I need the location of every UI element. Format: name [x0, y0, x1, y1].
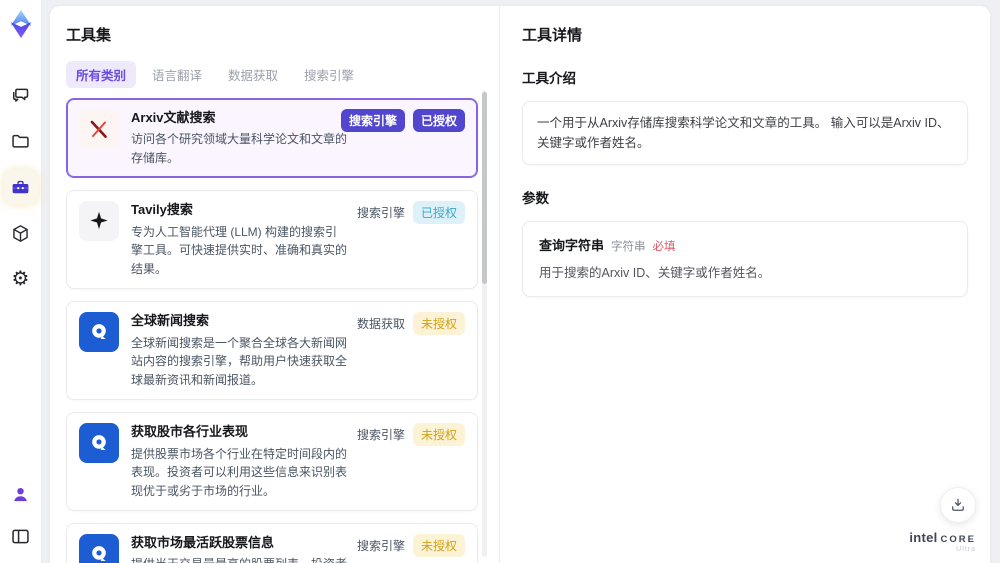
cube-icon: [13, 224, 28, 242]
tool-detail-panel: 工具详情 工具介绍 一个用于从Arxiv存储库搜索科学论文和文章的工具。 输入可…: [500, 6, 990, 563]
ultra-brand-text: Ultra: [956, 546, 976, 553]
tool-card-stock-sectors[interactable]: 获取股市各行业表现 提供股票市场各个行业在特定时间段内的表现。投资者可以利用这些…: [66, 412, 478, 512]
category-tabs: 所有类别 语言翻译 数据获取 搜索引擎: [66, 61, 499, 88]
tool-intro-text: 一个用于从Arxiv存储库搜索科学论文和文章的工具。 输入可以是Arxiv ID…: [522, 101, 968, 165]
list-scrollbar-thumb[interactable]: [482, 92, 487, 284]
gear-icon: ⚙: [11, 268, 30, 290]
download-icon: [952, 498, 964, 511]
auth-badge: 已授权: [412, 201, 465, 225]
collapse-panel-button[interactable]: [4, 519, 38, 553]
stock-data-logo-icon: [79, 423, 119, 464]
user-profile-button[interactable]: [4, 477, 38, 511]
tool-name: 全球新闻搜索: [131, 313, 210, 329]
tool-card-global-news[interactable]: 全球新闻搜索 全球新闻搜索是一个聚合全球各大新闻网站内容的搜索引擎，帮助用户快速…: [66, 301, 478, 401]
auth-badge: 已授权: [412, 109, 465, 132]
tool-card-tavily[interactable]: Tavily搜索 专为人工智能代理 (LLM) 构建的搜索引擎工具。可快速提供实…: [66, 190, 478, 290]
tab-search-engine[interactable]: 搜索引擎: [294, 61, 364, 88]
tool-card-active-stocks[interactable]: 获取市场最活跃股票信息 提供当天交易量最高的股票列表。投资者可以利用这些信息来识…: [66, 523, 478, 563]
icon-rail: ⚙: [0, 0, 42, 563]
tab-all-categories[interactable]: 所有类别: [66, 61, 137, 88]
rail-nav: ⚙: [3, 78, 38, 296]
tool-desc: 专为人工智能代理 (LLM) 构建的搜索引擎工具。可快速提供实时、准确和真实的结…: [131, 224, 348, 276]
tool-desc: 访问各个研究领域大量科学论文和文章的存储库。: [131, 132, 348, 165]
tool-name: 获取市场最活跃股票信息: [131, 535, 275, 551]
sidebar-item-files[interactable]: [4, 124, 38, 158]
news-search-logo-icon: [79, 312, 119, 353]
category-label: 搜索引擎: [356, 206, 405, 221]
sidebar-item-packages[interactable]: [4, 216, 38, 250]
param-type: 字符串: [611, 241, 646, 253]
sidebar-item-settings[interactable]: ⚙: [4, 262, 38, 296]
toolbox-icon: [12, 180, 29, 193]
params-heading: 参数: [522, 191, 549, 206]
intel-core-logo: intel CORE Ultra: [909, 531, 976, 554]
tab-data-fetch[interactable]: 数据获取: [218, 61, 288, 88]
tool-name: Arxiv文献搜索: [131, 110, 216, 125]
app-logo-icon: [10, 9, 31, 39]
tool-name: 获取股市各行业表现: [131, 424, 249, 440]
param-desc: 用于搜索的Arxiv ID、关键字或作者姓名。: [539, 266, 771, 280]
arxiv-logo-icon: [79, 109, 119, 149]
core-brand-text: CORE: [940, 533, 976, 545]
tool-desc: 提供股票市场各个行业在特定时间段内的表现。投资者可以利用这些信息来识别表现优于或…: [131, 446, 348, 498]
sidebar-item-chat[interactable]: [4, 78, 38, 112]
tool-name: Tavily搜索: [131, 202, 193, 218]
category-label: 搜索引擎: [356, 428, 405, 443]
tool-card-arxiv[interactable]: Arxiv文献搜索 访问各个研究领域大量科学论文和文章的存储库。 搜索引擎 已授…: [66, 98, 478, 179]
param-card: 查询字符串 字符串 必填 用于搜索的Arxiv ID、关键字或作者姓名。: [522, 221, 968, 297]
user-avatar-icon: [14, 487, 27, 501]
category-label: 搜索引擎: [356, 539, 405, 554]
sidebar-item-tools[interactable]: [3, 170, 38, 204]
auth-badge: 未授权: [412, 423, 465, 447]
intro-heading: 工具介绍: [522, 71, 576, 86]
tab-translation[interactable]: 语言翻译: [142, 61, 212, 88]
category-badge: 搜索引擎: [340, 109, 405, 132]
list-scrollbar-track[interactable]: [482, 90, 487, 557]
param-required-flag: 必填: [652, 241, 676, 253]
panel-layout-icon: [12, 529, 29, 543]
detail-title: 工具详情: [522, 27, 583, 44]
tool-desc: 全球新闻搜索是一个聚合全球各大新闻网站内容的搜索引擎，帮助用户快速获取全球最新资…: [131, 335, 348, 387]
chat-icon: [13, 88, 29, 102]
page-title: 工具集: [66, 27, 112, 44]
tool-list-panel: 工具集 所有类别 语言翻译 数据获取 搜索引擎 Arxiv文献搜索 访问各个研究…: [50, 6, 500, 563]
auth-badge: 未授权: [412, 534, 465, 558]
rail-bottom: [4, 477, 38, 553]
param-name: 查询字符串: [539, 238, 605, 253]
folder-icon: [12, 134, 29, 148]
auth-badge: 未授权: [412, 312, 465, 336]
intel-brand-text: intel: [909, 529, 938, 545]
tavily-logo-icon: [79, 201, 119, 242]
stock-data-logo-icon: [79, 534, 119, 563]
category-label: 数据获取: [356, 317, 405, 332]
main-card: 工具集 所有类别 语言翻译 数据获取 搜索引擎 Arxiv文献搜索 访问各个研究…: [50, 6, 990, 563]
download-button[interactable]: [940, 487, 976, 523]
tool-desc: 提供当天交易量最高的股票列表。投资者可以利用这些信息来识别流动性强的股票和潜在的…: [131, 555, 347, 563]
tool-list: Arxiv文献搜索 访问各个研究领域大量科学论文和文章的存储库。 搜索引擎 已授…: [66, 98, 478, 563]
